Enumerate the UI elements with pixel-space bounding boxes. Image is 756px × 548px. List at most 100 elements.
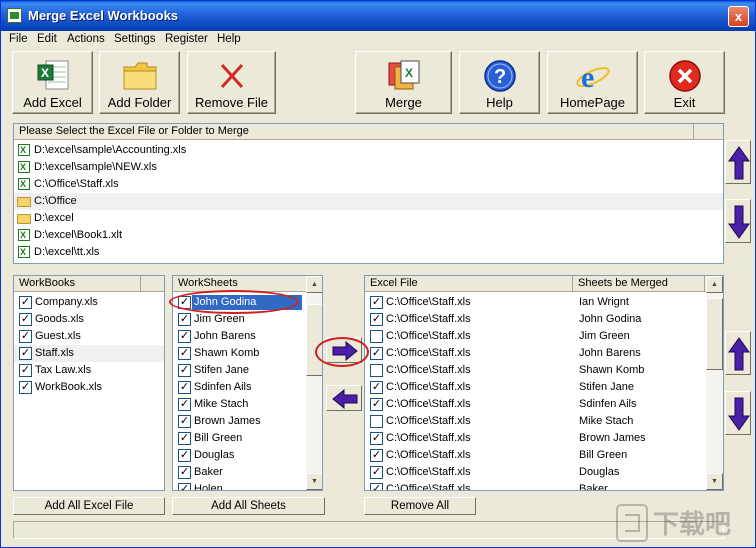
worksheet-item[interactable]: ✓ Baker (173, 464, 322, 481)
workbook-item-selected[interactable]: ✓ Staff.xls (14, 345, 164, 362)
worksheet-checkbox[interactable]: ✓ (178, 347, 191, 360)
menu-help[interactable]: Help (217, 33, 241, 45)
worksheet-checkbox[interactable]: ✓ (178, 432, 191, 445)
worksheet-item[interactable]: ✓ Sdinfen Ails (173, 379, 322, 396)
merge-row-checkbox[interactable]: ✓ (370, 381, 383, 394)
workbook-checkbox[interactable]: ✓ (19, 347, 32, 360)
col-header-excel-file[interactable]: Excel File (365, 276, 573, 292)
file-list-item-selected[interactable]: C:\Office (14, 193, 723, 210)
add-all-sheets-button[interactable]: Add All Sheets (172, 497, 325, 515)
worksheet-item[interactable]: ✓ Brown James (173, 413, 322, 430)
menu-register[interactable]: Register (165, 33, 208, 45)
merge-table-row[interactable]: ✓ C:\Office\Staff.xls Ian Wrignt (365, 294, 705, 311)
merged-move-up-button[interactable] (725, 331, 751, 375)
workbook-item[interactable]: ✓ Goods.xls (14, 311, 164, 328)
worksheet-item[interactable]: ✓ John Barens (173, 328, 322, 345)
scroll-down-arrow-icon[interactable]: ▼ (306, 473, 322, 490)
file-list-header[interactable]: Please Select the Excel File or Folder t… (14, 124, 694, 140)
worksheet-item[interactable]: ✓ Douglas (173, 447, 322, 464)
worksheet-checkbox[interactable]: ✓ (178, 449, 191, 462)
workbook-checkbox[interactable]: ✓ (19, 364, 32, 377)
worksheet-checkbox[interactable]: ✓ (178, 330, 191, 343)
merge-table-row[interactable]: ✓ C:\Office\Staff.xls Stifen Jane (365, 379, 705, 396)
title-bar[interactable]: Merge Excel Workbooks x (1, 1, 755, 31)
window-close-button[interactable]: x (728, 6, 749, 27)
merge-row-checkbox[interactable]: ✓ (370, 347, 383, 360)
merge-table-row[interactable]: C:\Office\Staff.xls Mike Stach (365, 413, 705, 430)
scroll-down-arrow-icon[interactable]: ▼ (706, 473, 723, 490)
worksheet-checkbox[interactable]: ✓ (178, 483, 191, 490)
file-list-item[interactable]: D:\excel\sample\NEW.xls (14, 159, 723, 176)
merge-row-checkbox[interactable] (370, 330, 383, 343)
worksheet-item[interactable]: ✓ Holen (173, 481, 322, 490)
merge-table-row[interactable]: ✓ C:\Office\Staff.xls Baker (365, 481, 705, 490)
worksheet-item[interactable]: ✓ Stifen Jane (173, 362, 322, 379)
worksheet-checkbox[interactable]: ✓ (178, 398, 191, 411)
merge-row-checkbox[interactable]: ✓ (370, 296, 383, 309)
file-list-item[interactable]: D:\excel\tt.xls (14, 244, 723, 261)
merge-table-row[interactable]: C:\Office\Staff.xls Shawn Komb (365, 362, 705, 379)
remove-sheet-button[interactable] (326, 385, 362, 411)
excel-file-list[interactable]: Please Select the Excel File or Folder t… (13, 123, 724, 264)
merge-row-checkbox[interactable]: ✓ (370, 432, 383, 445)
col-header-sheets-merged[interactable]: Sheets be Merged (573, 276, 705, 292)
merge-table-row[interactable]: ✓ C:\Office\Staff.xls Sdinfen Ails (365, 396, 705, 413)
merge-table-scrollbar[interactable]: ▲ ▼ (706, 276, 723, 490)
merge-row-checkbox[interactable] (370, 415, 383, 428)
merge-sheets-table[interactable]: Excel File Sheets be Merged ✓ C:\Office\S… (364, 275, 724, 491)
worksheet-checkbox[interactable]: ✓ (178, 415, 191, 428)
merge-table-row[interactable]: ✓ C:\Office\Staff.xls Brown James (365, 430, 705, 447)
workbook-checkbox[interactable]: ✓ (19, 296, 32, 309)
homepage-button[interactable]: e HomePage (547, 51, 638, 114)
add-folder-button[interactable]: Add Folder (99, 51, 180, 114)
workbook-item[interactable]: ✓ Company.xls (14, 294, 164, 311)
merge-table-row[interactable]: ✓ C:\Office\Staff.xls Douglas (365, 464, 705, 481)
add-all-excel-file-button[interactable]: Add All Excel File (13, 497, 165, 515)
help-button[interactable]: ? Help (459, 51, 540, 114)
menu-actions[interactable]: Actions (67, 33, 105, 45)
workbooks-list[interactable]: WorkBooks ✓ Company.xls ✓ Goods.xls ✓ Guest… (13, 275, 165, 491)
workbooks-header[interactable]: WorkBooks (14, 276, 141, 292)
file-list-item[interactable]: C:\Office\Staff.xls (14, 176, 723, 193)
merged-move-down-button[interactable] (725, 391, 751, 435)
worksheet-checkbox[interactable]: ✓ (178, 466, 191, 479)
menu-settings[interactable]: Settings (114, 33, 156, 45)
remove-all-button[interactable]: Remove All (364, 497, 476, 515)
worksheet-checkbox[interactable]: ✓ (178, 381, 191, 394)
merge-table-row[interactable]: ✓ C:\Office\Staff.xls John Barens (365, 345, 705, 362)
merge-row-checkbox[interactable]: ✓ (370, 313, 383, 326)
move-down-button[interactable] (725, 199, 751, 243)
worksheet-item[interactable]: ✓ Shawn Komb (173, 345, 322, 362)
scroll-up-arrow-icon[interactable]: ▲ (306, 276, 322, 293)
worksheet-checkbox[interactable]: ✓ (178, 364, 191, 377)
workbook-checkbox[interactable]: ✓ (19, 381, 32, 394)
merge-row-checkbox[interactable]: ✓ (370, 483, 383, 490)
merge-row-checkbox[interactable] (370, 364, 383, 377)
merge-table-row[interactable]: ✓ C:\Office\Staff.xls Bill Green (365, 447, 705, 464)
menu-file[interactable]: File (9, 33, 28, 45)
add-excel-button[interactable]: X Add Excel (12, 51, 93, 114)
scroll-thumb[interactable] (706, 298, 723, 370)
merge-table-row[interactable]: ✓ C:\Office\Staff.xls John Godina (365, 311, 705, 328)
file-list-item[interactable]: D:\excel\Book1.xlt (14, 227, 723, 244)
worksheet-item[interactable]: ✓ Mike Stach (173, 396, 322, 413)
worksheet-checkbox[interactable]: ✓ (178, 313, 191, 326)
workbook-item[interactable]: ✓ Tax Law.xls (14, 362, 164, 379)
file-list-item[interactable]: D:\excel (14, 210, 723, 227)
workbook-item[interactable]: ✓ Guest.xls (14, 328, 164, 345)
merge-row-checkbox[interactable]: ✓ (370, 466, 383, 479)
worksheets-scrollbar[interactable]: ▲ ▼ (306, 276, 322, 490)
merge-row-checkbox[interactable]: ✓ (370, 449, 383, 462)
move-up-button[interactable] (725, 140, 751, 184)
menu-edit[interactable]: Edit (37, 33, 57, 45)
merge-button[interactable]: X Merge (355, 51, 452, 114)
remove-file-button[interactable]: Remove File (187, 51, 276, 114)
worksheet-item[interactable]: ✓ Bill Green (173, 430, 322, 447)
exit-button[interactable]: Exit (644, 51, 725, 114)
file-list-item[interactable]: D:\excel\sample\Accounting.xls (14, 142, 723, 159)
merge-row-checkbox[interactable]: ✓ (370, 398, 383, 411)
scroll-up-arrow-icon[interactable]: ▲ (706, 276, 723, 293)
scroll-thumb[interactable] (306, 304, 322, 376)
workbook-checkbox[interactable]: ✓ (19, 330, 32, 343)
workbook-checkbox[interactable]: ✓ (19, 313, 32, 326)
